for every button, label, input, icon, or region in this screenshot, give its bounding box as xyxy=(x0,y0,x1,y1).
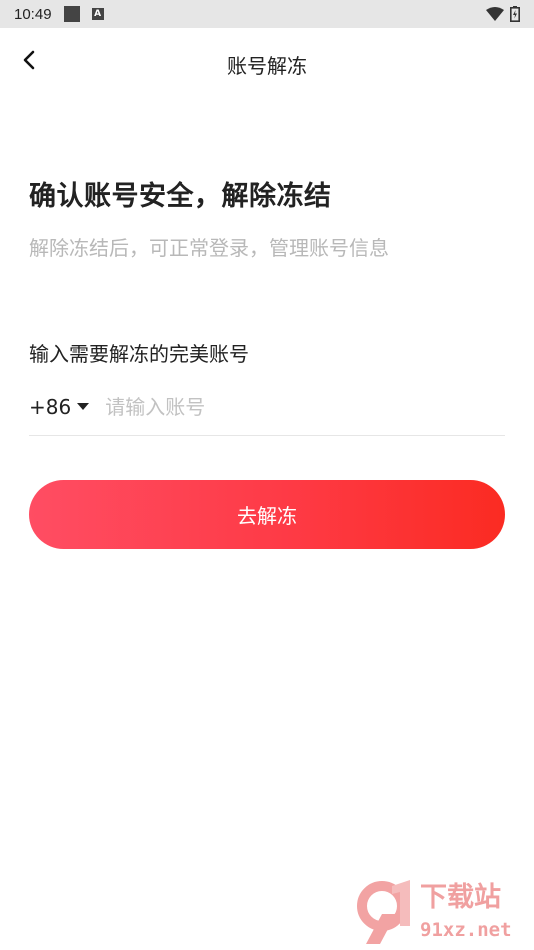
status-time: 10:49 xyxy=(14,5,52,23)
account-input[interactable] xyxy=(105,394,466,419)
watermark-logo: 下载站 91xz.net xyxy=(357,880,512,944)
unfreeze-button[interactable]: 去解冻 xyxy=(29,480,505,549)
status-right-icons xyxy=(486,6,520,22)
battery-icon xyxy=(510,6,520,22)
country-code-selector[interactable]: +86 xyxy=(29,394,90,419)
watermark-text-main: 下载站 xyxy=(420,882,501,913)
status-bar: 10:49 A xyxy=(0,0,534,28)
country-code-text: +86 xyxy=(29,394,72,419)
watermark-text-url: 91xz.net xyxy=(420,919,512,941)
page-title: 账号解冻 xyxy=(227,54,307,78)
screen: 10:49 A 账号解冻 确认账号安全，解除冻结 解除冻结后，可正常登录，管理账… xyxy=(0,0,534,950)
account-input-row: +86 xyxy=(29,388,505,436)
nav-bar: 账号解冻 xyxy=(0,28,534,94)
headline: 确认账号安全，解除冻结 xyxy=(29,181,332,212)
notification-square-icon xyxy=(63,6,80,22)
watermark-mark xyxy=(357,880,410,944)
subtitle: 解除冻结后，可正常登录，管理账号信息 xyxy=(29,236,389,260)
account-input-label: 输入需要解冻的完美账号 xyxy=(29,342,249,366)
wifi-icon xyxy=(486,7,504,21)
caret-down-icon xyxy=(77,403,90,410)
notification-a-icon: A xyxy=(91,8,104,20)
